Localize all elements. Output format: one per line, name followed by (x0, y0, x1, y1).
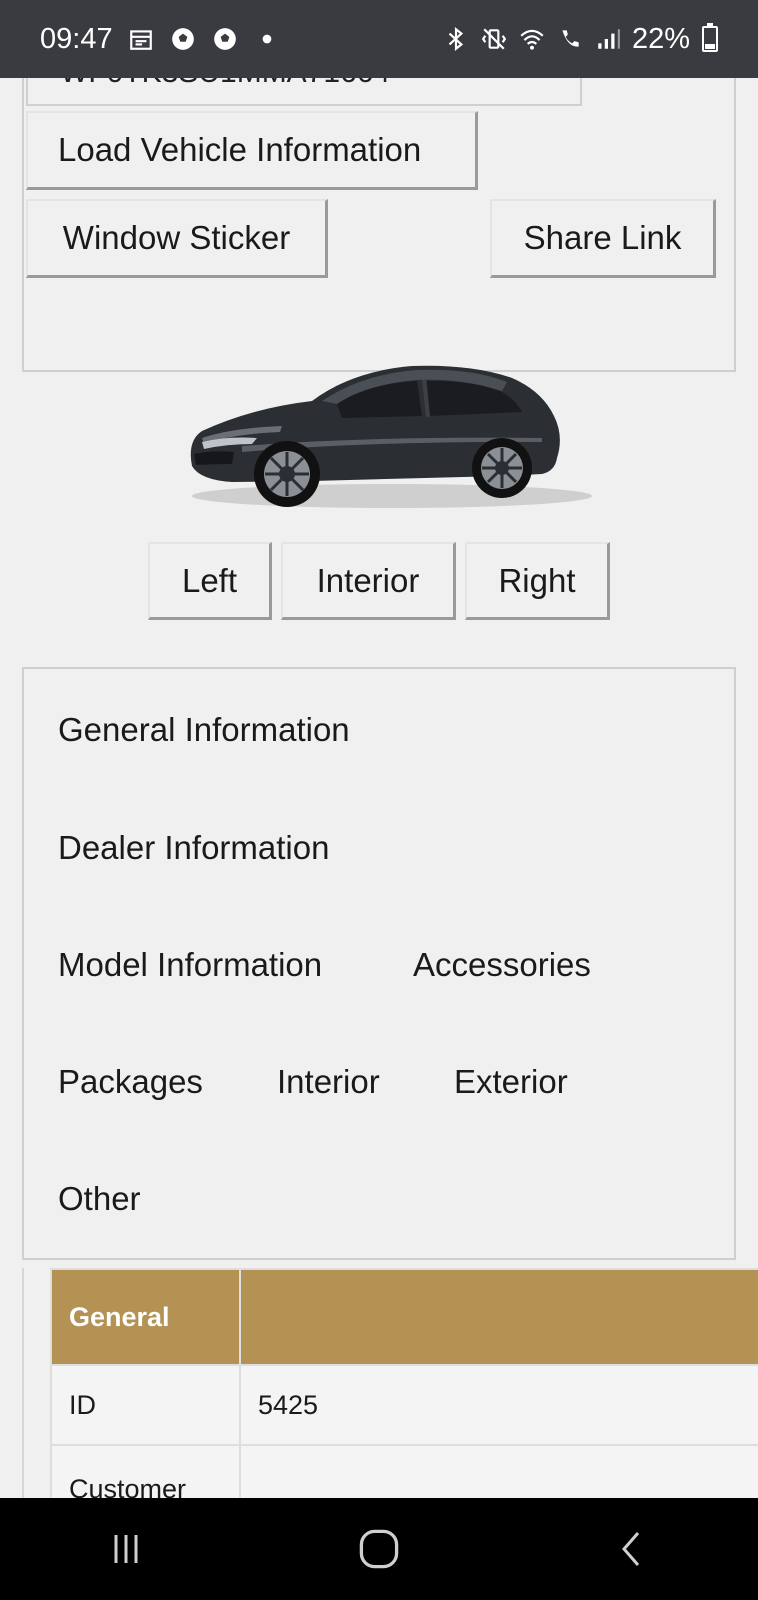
table-cell-label: Customer (50, 1444, 241, 1498)
nav-general-information[interactable]: General Information (58, 711, 350, 749)
calendar-icon (127, 25, 155, 53)
table-cell-value (239, 1444, 758, 1498)
vehicle-lookup-panel: WF0TK3SU1MMA71664 Load Vehicle Informati… (22, 78, 736, 372)
dot-icon (253, 25, 281, 53)
table-header-value (239, 1268, 758, 1366)
share-link-label: Share Link (523, 219, 682, 256)
wifi-icon (518, 25, 546, 53)
table-header-row: General (50, 1268, 758, 1366)
status-time: 09:47 (40, 22, 113, 55)
soccer-icon (169, 25, 197, 53)
nav-model-information[interactable]: Model Information (58, 946, 322, 984)
nav-packages[interactable]: Packages (58, 1063, 203, 1101)
recent-apps-icon (114, 1535, 138, 1563)
signal-icon (594, 25, 622, 53)
status-bar: 09:47 22% (0, 0, 758, 78)
vin-value: WF0TK3SU1MMA71664 (60, 78, 390, 89)
nav-dealer-information[interactable]: Dealer Information (58, 829, 329, 867)
home-icon (359, 1529, 399, 1569)
wifi-calling-icon (556, 25, 584, 53)
back-button[interactable] (602, 1519, 662, 1579)
window-sticker-label: Window Sticker (62, 219, 291, 256)
home-button[interactable] (349, 1519, 409, 1579)
battery-percent: 22% (631, 22, 690, 55)
general-table-container: General ID 5425 Customer (22, 1268, 758, 1498)
nav-interior[interactable]: Interior (277, 1063, 380, 1101)
bluetooth-icon (442, 25, 470, 53)
table-cell-label: ID (50, 1364, 241, 1446)
soccer-icon (211, 25, 239, 53)
page-content: WF0TK3SU1MMA71664 Load Vehicle Informati… (0, 78, 758, 1498)
nav-accessories[interactable]: Accessories (413, 946, 591, 984)
table-row: ID 5425 (50, 1364, 758, 1446)
table-header-general: General (50, 1268, 241, 1366)
table-row: Customer (50, 1444, 758, 1498)
table-cell-value: 5425 (239, 1364, 758, 1446)
view-interior-label: Interior (316, 561, 420, 599)
back-icon (621, 1532, 639, 1566)
vibrate-icon (480, 25, 508, 53)
view-right-label: Right (498, 561, 576, 599)
view-button-group: Left Interior Right (0, 542, 758, 622)
section-nav-panel: General Information Dealer Information M… (22, 667, 736, 1260)
recent-apps-button[interactable] (96, 1519, 156, 1579)
system-nav-bar (0, 1498, 758, 1600)
view-left-label: Left (181, 561, 238, 599)
nav-other[interactable]: Other (58, 1180, 141, 1218)
nav-exterior[interactable]: Exterior (454, 1063, 568, 1101)
view-left-button[interactable]: Left (148, 542, 272, 620)
share-link-button[interactable]: Share Link (490, 199, 716, 278)
load-vehicle-label: Load Vehicle Information (58, 131, 422, 168)
view-right-button[interactable]: Right (465, 542, 610, 620)
window-sticker-button[interactable]: Window Sticker (26, 199, 328, 278)
view-interior-button[interactable]: Interior (281, 542, 456, 620)
general-table: General ID 5425 Customer (50, 1268, 758, 1498)
vin-input[interactable]: WF0TK3SU1MMA71664 (26, 78, 582, 106)
battery-icon (702, 23, 718, 52)
load-vehicle-button[interactable]: Load Vehicle Information (26, 111, 478, 190)
